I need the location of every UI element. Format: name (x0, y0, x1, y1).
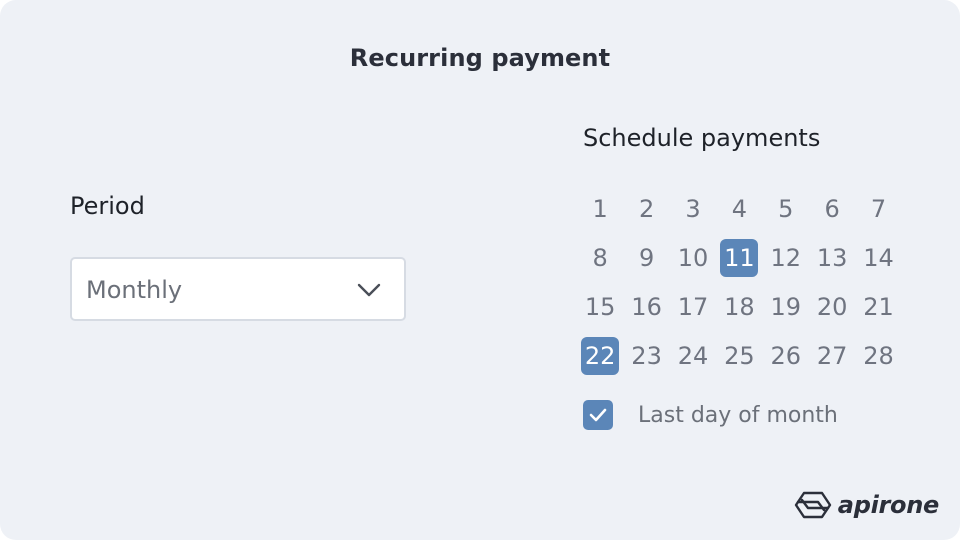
calendar-day-number: 21 (863, 292, 894, 321)
calendar-day-number: 16 (631, 292, 662, 321)
calendar-day-20[interactable]: 20 (809, 282, 855, 331)
brand-name: apirone (837, 491, 940, 519)
calendar-day-number: 3 (685, 194, 701, 223)
calendar-day-23[interactable]: 23 (623, 331, 669, 380)
calendar-day-number: 9 (638, 243, 655, 272)
calendar-day-1[interactable]: 1 (577, 184, 623, 233)
calendar-day-10[interactable]: 10 (670, 233, 716, 282)
checkmark-icon (589, 408, 607, 422)
calendar-day-number: 27 (816, 341, 848, 370)
calendar-day-27[interactable]: 27 (809, 331, 855, 380)
calendar-day-number: 13 (816, 243, 848, 272)
period-select[interactable]: Monthly (70, 257, 406, 321)
calendar-day-number: 1 (592, 194, 608, 223)
calendar-day-number: 12 (770, 243, 802, 272)
chevron-down-icon (357, 283, 381, 297)
calendar-day-8[interactable]: 8 (577, 233, 623, 282)
calendar-day-number: 18 (724, 292, 755, 321)
calendar-day-number: 7 (870, 194, 887, 223)
calendar-day-number: 22 (581, 336, 620, 375)
calendar-day-14[interactable]: 14 (855, 233, 901, 282)
calendar-day-number: 6 (824, 194, 840, 223)
calendar-day-21[interactable]: 21 (855, 282, 901, 331)
calendar-day-number: 19 (770, 292, 802, 321)
calendar-day-22[interactable]: 22 (577, 331, 623, 380)
calendar-day-16[interactable]: 16 (623, 282, 669, 331)
calendar-day-number: 5 (778, 194, 794, 223)
calendar-day-number: 17 (677, 292, 709, 321)
calendar-day-19[interactable]: 19 (763, 282, 809, 331)
schedule-payments-label: Schedule payments (583, 124, 821, 152)
calendar-day-3[interactable]: 3 (670, 184, 716, 233)
calendar-day-24[interactable]: 24 (670, 331, 716, 380)
calendar-day-number: 14 (863, 243, 894, 272)
calendar-day-2[interactable]: 2 (623, 184, 669, 233)
calendar-day-number: 25 (724, 341, 755, 370)
recurring-payment-card: Recurring payment Period Monthly Schedul… (0, 0, 960, 540)
calendar-day-number: 26 (770, 341, 802, 370)
day-of-month-grid: 1 2 3 4 5 6 7 8 9 10 11 12 13 14 15 16 17 18 19 20 21 22 23 24 2… (577, 184, 897, 380)
apirone-logo-icon (794, 491, 831, 519)
calendar-day-12[interactable]: 12 (763, 233, 809, 282)
calendar-day-25[interactable]: 25 (716, 331, 762, 380)
apirone-logo: apirone (794, 490, 939, 520)
calendar-day-28[interactable]: 28 (855, 331, 901, 380)
calendar-day-number: 23 (631, 341, 662, 370)
calendar-day-number: 15 (584, 292, 616, 321)
calendar-day-number: 2 (638, 194, 655, 223)
calendar-day-9[interactable]: 9 (623, 233, 669, 282)
calendar-day-11[interactable]: 11 (716, 233, 762, 282)
last-day-label: Last day of month (638, 402, 838, 428)
calendar-day-number: 8 (592, 243, 608, 272)
calendar-day-4[interactable]: 4 (716, 184, 762, 233)
calendar-day-17[interactable]: 17 (670, 282, 716, 331)
calendar-day-number: 28 (863, 341, 894, 370)
calendar-day-number: 10 (677, 243, 709, 272)
calendar-day-5[interactable]: 5 (763, 184, 809, 233)
calendar-day-7[interactable]: 7 (855, 184, 901, 233)
calendar-day-number: 24 (677, 341, 709, 370)
calendar-day-26[interactable]: 26 (763, 331, 809, 380)
calendar-day-number: 11 (720, 238, 759, 277)
period-select-value: Monthly (86, 276, 183, 304)
last-day-of-month-option[interactable]: Last day of month (583, 399, 838, 431)
calendar-day-13[interactable]: 13 (809, 233, 855, 282)
calendar-day-15[interactable]: 15 (577, 282, 623, 331)
period-label: Period (70, 192, 145, 220)
calendar-day-number: 20 (816, 292, 848, 321)
calendar-day-number: 4 (731, 194, 747, 223)
calendar-day-6[interactable]: 6 (809, 184, 855, 233)
page-title: Recurring payment (349, 44, 611, 72)
calendar-day-18[interactable]: 18 (716, 282, 762, 331)
last-day-checkbox[interactable] (583, 400, 613, 430)
